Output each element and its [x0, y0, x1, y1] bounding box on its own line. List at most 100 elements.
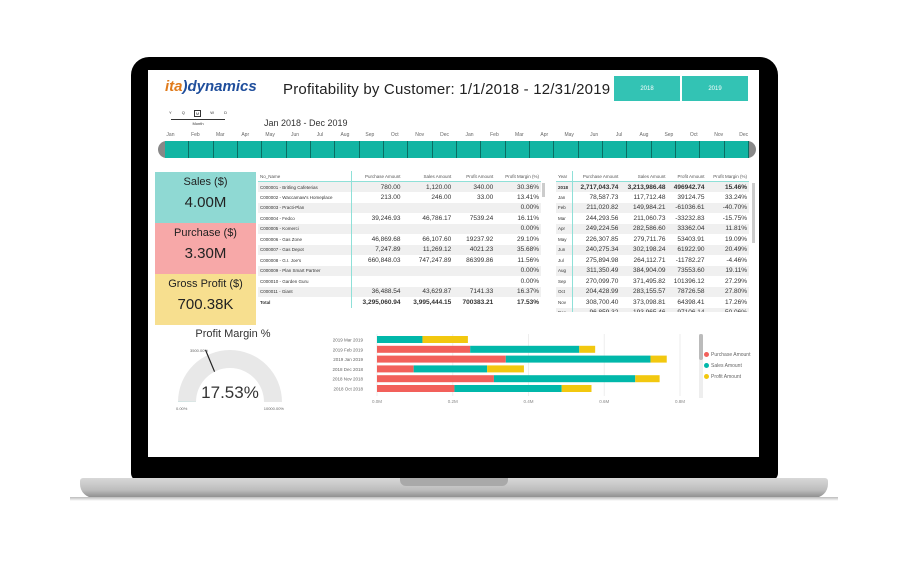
- table-row[interactable]: C000001 - Britling Cafeterias 780.00 1,120…: [258, 181, 541, 192]
- table-cell: 33.00: [476, 193, 494, 201]
- table-header: No_Name Purchase Amount Sales Amount Profit…: [258, 171, 541, 182]
- bar-sales-amount[interactable]: [505, 355, 651, 363]
- table-row[interactable]: Nov 308,700.40 373,098.81 64398.41 17.26%: [556, 297, 749, 308]
- table-row[interactable]: Jan 78,587.73 117,712.48 39124.75 33.24%: [556, 192, 749, 203]
- table-cell: [402, 223, 454, 234]
- bar-profit-amount[interactable]: [487, 365, 524, 373]
- timeline-month-cell[interactable]: [286, 141, 311, 158]
- column-header[interactable]: Profit Amount: [453, 171, 496, 182]
- year-2019-button[interactable]: 2019: [682, 76, 748, 101]
- table-row[interactable]: Oct 204,428.99 283,155.57 78726.58 27.80%: [556, 286, 749, 297]
- table-row[interactable]: Jun 240,275.34 302,198.24 61922.90 20.49%: [556, 244, 749, 255]
- timeline-month-cell[interactable]: [237, 141, 263, 158]
- timeline-month-cell[interactable]: [408, 141, 433, 158]
- bar-purchase-amount[interactable]: [377, 365, 414, 373]
- granularity-option[interactable]: Y: [168, 110, 173, 117]
- granularity-option[interactable]: D: [223, 110, 228, 117]
- month-label: Dec: [440, 132, 450, 138]
- table-row[interactable]: C000003 - Practi-Plan 0.00%: [258, 202, 541, 213]
- table-row[interactable]: C000010 - Garden Guru 0.00%: [258, 276, 541, 287]
- timeline-month-cell[interactable]: [481, 141, 506, 158]
- timeline-month-cell[interactable]: [262, 141, 287, 158]
- year-2018-button[interactable]: 2018: [614, 76, 680, 101]
- table-row[interactable]: Sep 270,099.70 371,495.82 101396.12 27.29%: [556, 276, 749, 287]
- legend-scrollbar[interactable]: [699, 334, 703, 398]
- timeline-month-cell[interactable]: [724, 141, 749, 158]
- table-row[interactable]: May 226,307.85 279,711.76 53403.91 19.09%: [556, 234, 749, 245]
- table-row[interactable]: C000011 - Giant 36,488.54 43,629.87 7141.33…: [258, 286, 541, 297]
- column-header[interactable]: Profit Margin (%): [706, 171, 749, 182]
- bar-profit-amount[interactable]: [561, 385, 592, 392]
- table-row[interactable]: Aug 311,350.49 384,904.09 73553.60 19.11%: [556, 265, 749, 276]
- timeline-month-cell[interactable]: [554, 141, 579, 158]
- timeline-month-cell[interactable]: [335, 141, 360, 158]
- table-row[interactable]: C000004 - Fedco 39,246.93 46,786.17 7539.24…: [258, 213, 541, 224]
- table-cell: 17.26%: [724, 298, 747, 306]
- table-row[interactable]: C000006 - Gas Zone 46,869.68 66,107.60 1923…: [258, 234, 541, 245]
- timeline-granularity-slider[interactable]: Y QMW D Month: [168, 110, 228, 126]
- year-table-scrollbar[interactable]: [752, 183, 755, 243]
- bar-profit-amount[interactable]: [635, 375, 660, 383]
- timeline-month-cell[interactable]: [432, 141, 457, 158]
- table-row[interactable]: C000008 - G.I. Joe's 660,848.03 747,247.89…: [258, 255, 541, 266]
- bar-purchase-amount[interactable]: [377, 375, 494, 383]
- bar-profit-amount[interactable]: [650, 355, 667, 363]
- bar-purchase-amount[interactable]: [377, 385, 455, 392]
- x-tick-label: 0.8M: [675, 399, 685, 404]
- table-row[interactable]: 2018 2,717,043.74 3,213,986.48 496942.74 15.…: [556, 181, 749, 192]
- year-table[interactable]: Year Purchase Amount Sales Amount Profit Am…: [556, 171, 756, 312]
- bar-sales-amount[interactable]: [493, 375, 636, 383]
- legend-label: Purchase Amount: [711, 352, 751, 358]
- customer-table[interactable]: No_Name Purchase Amount Sales Amount Profit…: [258, 171, 548, 312]
- bar-sales-amount[interactable]: [470, 345, 580, 353]
- column-header[interactable]: Purchase Amount: [351, 171, 403, 182]
- table-row[interactable]: C000002 - Waccamaw's Homeplace 213.00 246.…: [258, 192, 541, 203]
- column-header[interactable]: Profit Margin (%): [495, 171, 541, 182]
- bar-profit-amount[interactable]: [422, 336, 468, 343]
- table-row[interactable]: Dec96,859.32193,965.4697106.1450.06%: [556, 307, 749, 312]
- column-header[interactable]: Year: [556, 171, 574, 182]
- timeline-month-cell[interactable]: [627, 141, 652, 158]
- column-header[interactable]: Profit Amount: [667, 171, 707, 182]
- timeline-month-cell[interactable]: [602, 141, 628, 158]
- table-row[interactable]: Mar 244,293.56 211,060.73 -33232.83 -15.75%: [556, 213, 749, 224]
- timeline-month-cell[interactable]: [213, 141, 238, 158]
- x-tick-label: 0.0M: [372, 399, 382, 404]
- timeline-month-cell[interactable]: [505, 141, 530, 158]
- table-row[interactable]: C000005 - Komerci 0.00%: [258, 223, 541, 234]
- timeline-month-cell[interactable]: [529, 141, 555, 158]
- timeline-month-cell[interactable]: [651, 141, 676, 158]
- bar-purchase-amount[interactable]: [377, 345, 471, 353]
- table-cell: 36,488.54: [351, 286, 403, 297]
- column-header[interactable]: Purchase Amount: [572, 171, 621, 182]
- bar-sales-amount[interactable]: [377, 336, 423, 343]
- table-row[interactable]: Apr 249,224.56 282,586.60 33362.04 11.81%: [556, 223, 749, 234]
- table-row[interactable]: Feb 211,020.82 149,984.21 -61036.61 -40.70%: [556, 202, 749, 213]
- timeline-month-cell[interactable]: [675, 141, 701, 158]
- table-row[interactable]: C000007 - Gas Depot 7,247.89 11,269.12 4021…: [258, 244, 541, 255]
- customer-table-scrollbar[interactable]: [542, 183, 545, 197]
- bar-purchase-amount[interactable]: [377, 355, 506, 363]
- granularity-option[interactable]: M: [193, 110, 202, 117]
- table-row[interactable]: C000009 - Plan Smart Partner 0.00%: [258, 265, 541, 276]
- bar-profit-amount[interactable]: [579, 345, 596, 353]
- table-cell: 7539.24: [469, 214, 494, 222]
- timeline-month-cell[interactable]: [578, 141, 603, 158]
- granularity-option[interactable]: W: [209, 110, 215, 117]
- month-label: Jun: [590, 132, 599, 138]
- timeline-month-cell[interactable]: [700, 141, 725, 158]
- column-header[interactable]: No_Name: [258, 171, 352, 182]
- timeline-month-cell[interactable]: [456, 141, 482, 158]
- timeline-month-cell[interactable]: [189, 141, 214, 158]
- column-header[interactable]: Sales Amount: [620, 171, 668, 182]
- timeline-month-cell[interactable]: [383, 141, 409, 158]
- granularity-option[interactable]: Q: [181, 110, 186, 117]
- table-row[interactable]: Jul 275,894.98 264,112.71 -11782.27 -4.46%: [556, 255, 749, 266]
- timeline-month-cell[interactable]: [359, 141, 384, 158]
- bar-sales-amount[interactable]: [413, 365, 488, 373]
- column-header[interactable]: Sales Amount: [402, 171, 454, 182]
- bar-sales-amount[interactable]: [454, 385, 562, 392]
- timeline-month-cell[interactable]: [165, 141, 190, 158]
- timeline-bar[interactable]: [158, 141, 756, 158]
- timeline-month-cell[interactable]: [310, 141, 336, 158]
